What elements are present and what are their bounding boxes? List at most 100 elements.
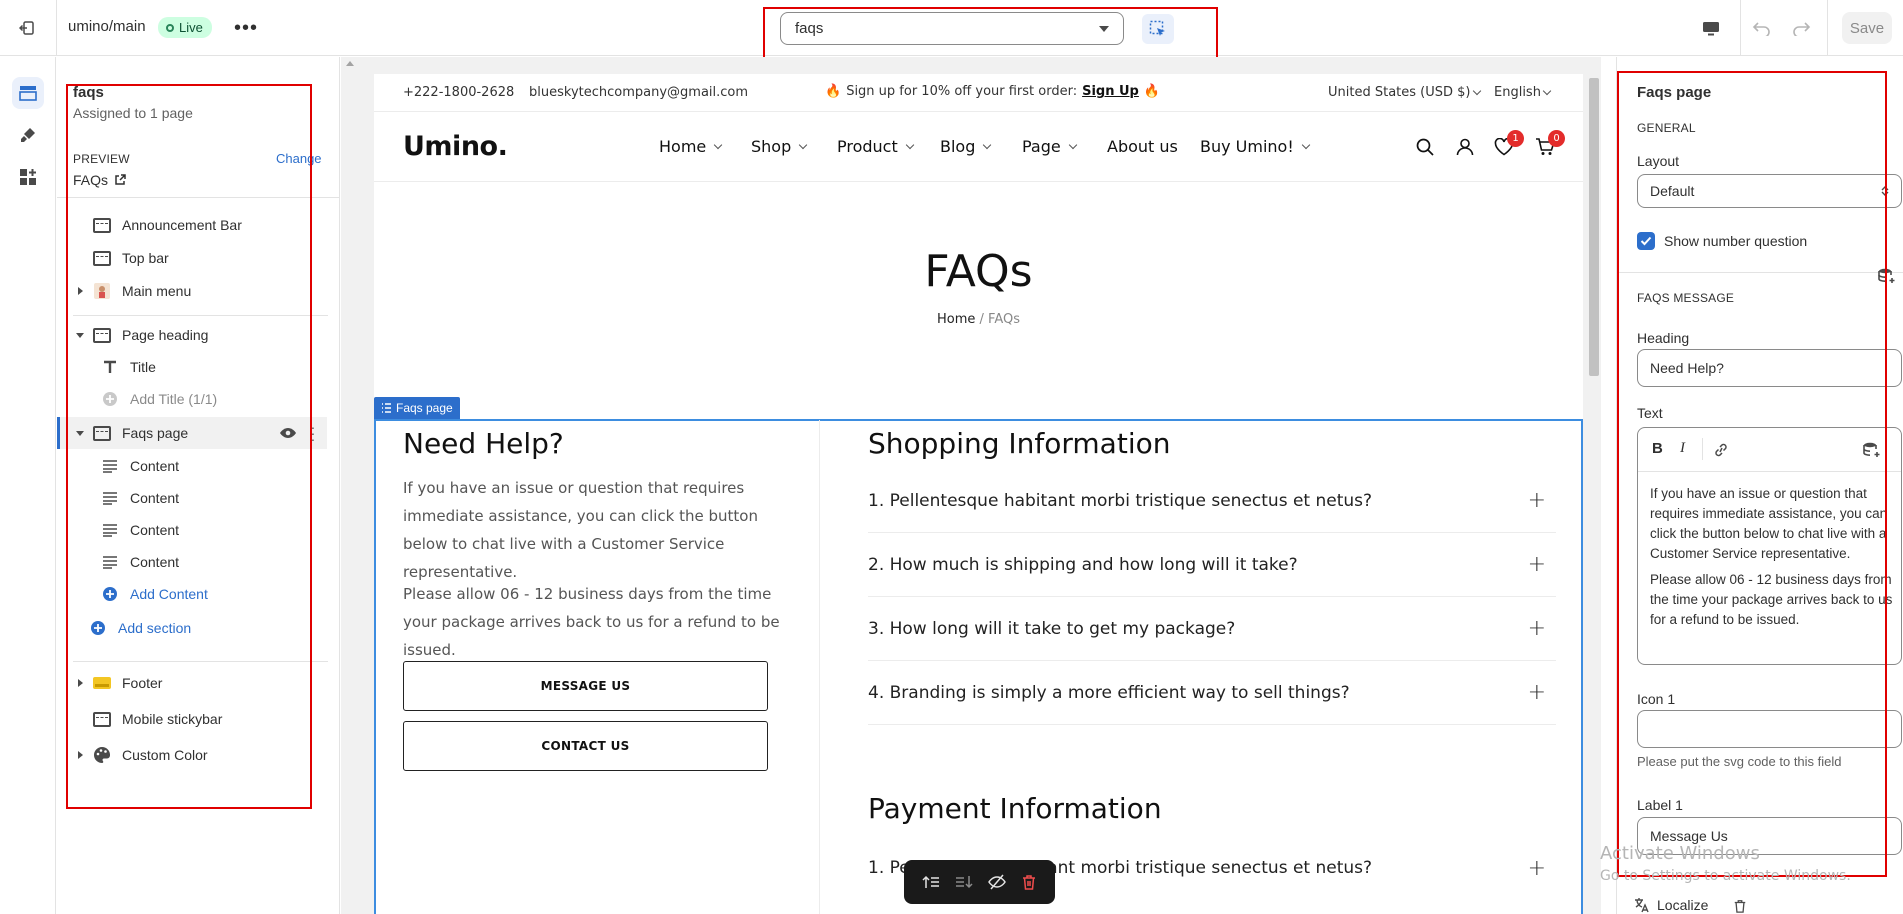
save-button[interactable]: Save (1842, 12, 1892, 44)
delete-icon[interactable] (1021, 874, 1037, 890)
template-assigned-text: Assigned to 1 page (73, 105, 193, 121)
promo-signup-link[interactable]: Sign Up (1082, 84, 1139, 99)
eye-icon[interactable] (279, 427, 297, 439)
cart-count-badge: 0 (1548, 130, 1565, 147)
windows-activation-hint: Go to Settings to activate Windows. (1600, 868, 1851, 884)
move-down-icon[interactable] (955, 874, 973, 890)
block-content[interactable]: Content (57, 450, 327, 482)
theme-name[interactable]: umino/main (68, 18, 146, 35)
italic-icon[interactable]: I (1680, 440, 1685, 457)
search-button[interactable] (1414, 136, 1436, 158)
section-page-heading[interactable]: Page heading (57, 319, 327, 351)
dynamic-source-icon[interactable] (1863, 442, 1881, 458)
nav-label: Page (1022, 137, 1061, 156)
selected-section-tag-label: Faqs page (396, 401, 453, 415)
section-icon (93, 327, 111, 343)
sections-icon (19, 86, 37, 101)
store-logo[interactable]: Umino. (403, 131, 508, 162)
text-label: Text (1637, 405, 1663, 421)
layout-select-value: Default (1650, 183, 1695, 199)
collapse-icon[interactable] (76, 430, 84, 436)
faq-question[interactable]: 1. Pellentesque habitant morbi tristique… (868, 469, 1556, 533)
message-us-button[interactable]: MESSAGE US (403, 661, 768, 711)
account-button[interactable] (1454, 136, 1476, 158)
add-title-button[interactable]: Add Title (1/1) (57, 383, 327, 415)
nav-shop[interactable]: Shop (751, 137, 808, 156)
wishlist-button[interactable]: 1 (1493, 130, 1524, 158)
exit-editor-button[interactable] (14, 16, 40, 40)
sections-tab[interactable] (12, 77, 44, 109)
collapse-icon[interactable] (76, 332, 84, 338)
nav-blog[interactable]: Blog (940, 137, 992, 156)
add-content-button[interactable]: Add Content (57, 578, 327, 610)
nav-buy-umino[interactable]: Buy Umino! (1200, 137, 1311, 156)
cart-button[interactable]: 0 (1534, 130, 1565, 158)
layout-select[interactable]: Default (1637, 174, 1902, 208)
faq-question[interactable]: 4. Branding is simply a more efficient w… (868, 661, 1556, 725)
settings-title: Faqs page (1637, 84, 1712, 101)
bold-icon[interactable]: B (1652, 440, 1663, 457)
icon1-input[interactable] (1637, 710, 1902, 748)
currency-selector[interactable]: United States (USD $) (1328, 85, 1481, 100)
section-main-menu[interactable]: Main menu (57, 275, 327, 307)
dynamic-source-icon[interactable] (1878, 268, 1896, 284)
block-content[interactable]: Content (57, 514, 327, 546)
change-preview-link[interactable]: Change (276, 151, 322, 166)
section-footer[interactable]: Footer (57, 667, 327, 699)
expand-icon[interactable] (77, 679, 83, 687)
external-link-icon (115, 174, 126, 185)
section-floating-toolbar (904, 860, 1055, 904)
section-custom-color[interactable]: Custom Color (57, 739, 327, 771)
show-number-checkbox[interactable] (1637, 232, 1655, 250)
section-faqs-page[interactable]: Faqs page · · · (57, 417, 327, 449)
block-content[interactable]: Content (57, 482, 327, 514)
undo-button[interactable] (1747, 14, 1777, 42)
faq-question[interactable]: 2. How much is shipping and how long wil… (868, 533, 1556, 597)
trash-icon[interactable] (1733, 899, 1747, 913)
section-mobile-stickybar[interactable]: Mobile stickybar (57, 703, 327, 735)
block-content[interactable]: Content (57, 546, 327, 578)
nav-about-us[interactable]: About us (1107, 137, 1178, 156)
store-email[interactable]: blueskytechcompany@gmail.com (529, 85, 748, 100)
plus-icon: + (1527, 488, 1546, 513)
apps-icon (20, 169, 36, 185)
contact-us-button[interactable]: CONTACT US (403, 721, 768, 771)
text-rich-editor[interactable]: B I If you have an issue or question tha… (1637, 427, 1902, 665)
template-title: faqs (73, 84, 104, 101)
expand-icon[interactable] (77, 287, 83, 295)
more-actions-button[interactable]: ••• (232, 14, 260, 42)
redo-button[interactable] (1786, 14, 1816, 42)
expand-icon[interactable] (77, 751, 83, 759)
plus-icon: + (1527, 616, 1546, 641)
store-phone[interactable]: +222-1800-2628 (403, 85, 514, 100)
nav-page[interactable]: Page (1022, 137, 1077, 156)
windows-activation-watermark: Activate Windows (1600, 843, 1760, 864)
faq-question[interactable]: 3. How long will it take to get my packa… (868, 597, 1556, 661)
link-icon[interactable] (1713, 443, 1729, 457)
add-section-button[interactable]: Add section (57, 612, 327, 644)
hide-icon[interactable] (988, 874, 1006, 890)
section-label: Faqs page (122, 425, 189, 441)
nav-product[interactable]: Product (837, 137, 914, 156)
block-title[interactable]: Title (57, 351, 327, 383)
divider (57, 197, 340, 198)
breadcrumb-home[interactable]: Home (937, 312, 975, 327)
section-label: Page heading (122, 327, 209, 343)
selected-section-tag[interactable]: Faqs page (374, 397, 460, 419)
app-embeds-tab[interactable] (12, 161, 44, 193)
theme-settings-tab[interactable] (12, 119, 44, 151)
localize-button[interactable]: Localize (1633, 897, 1708, 913)
page-template-select[interactable]: faqs (780, 12, 1124, 45)
section-announcement-bar[interactable]: Announcement Bar (57, 209, 327, 241)
desktop-preview-button[interactable] (1696, 15, 1726, 43)
section-top-bar[interactable]: Top bar (57, 242, 327, 274)
move-up-icon[interactable] (922, 874, 940, 890)
heading-input[interactable]: Need Help? (1637, 349, 1902, 387)
preview-page-link[interactable]: FAQs (73, 172, 126, 188)
section-menu-icon[interactable]: · · · (310, 420, 316, 446)
language-selector[interactable]: English (1494, 85, 1552, 100)
preview-scrollbar-thumb[interactable] (1589, 78, 1599, 376)
inspector-toggle-button[interactable] (1142, 14, 1174, 44)
nav-home[interactable]: Home (659, 137, 723, 156)
scroll-up-icon[interactable] (346, 61, 354, 66)
